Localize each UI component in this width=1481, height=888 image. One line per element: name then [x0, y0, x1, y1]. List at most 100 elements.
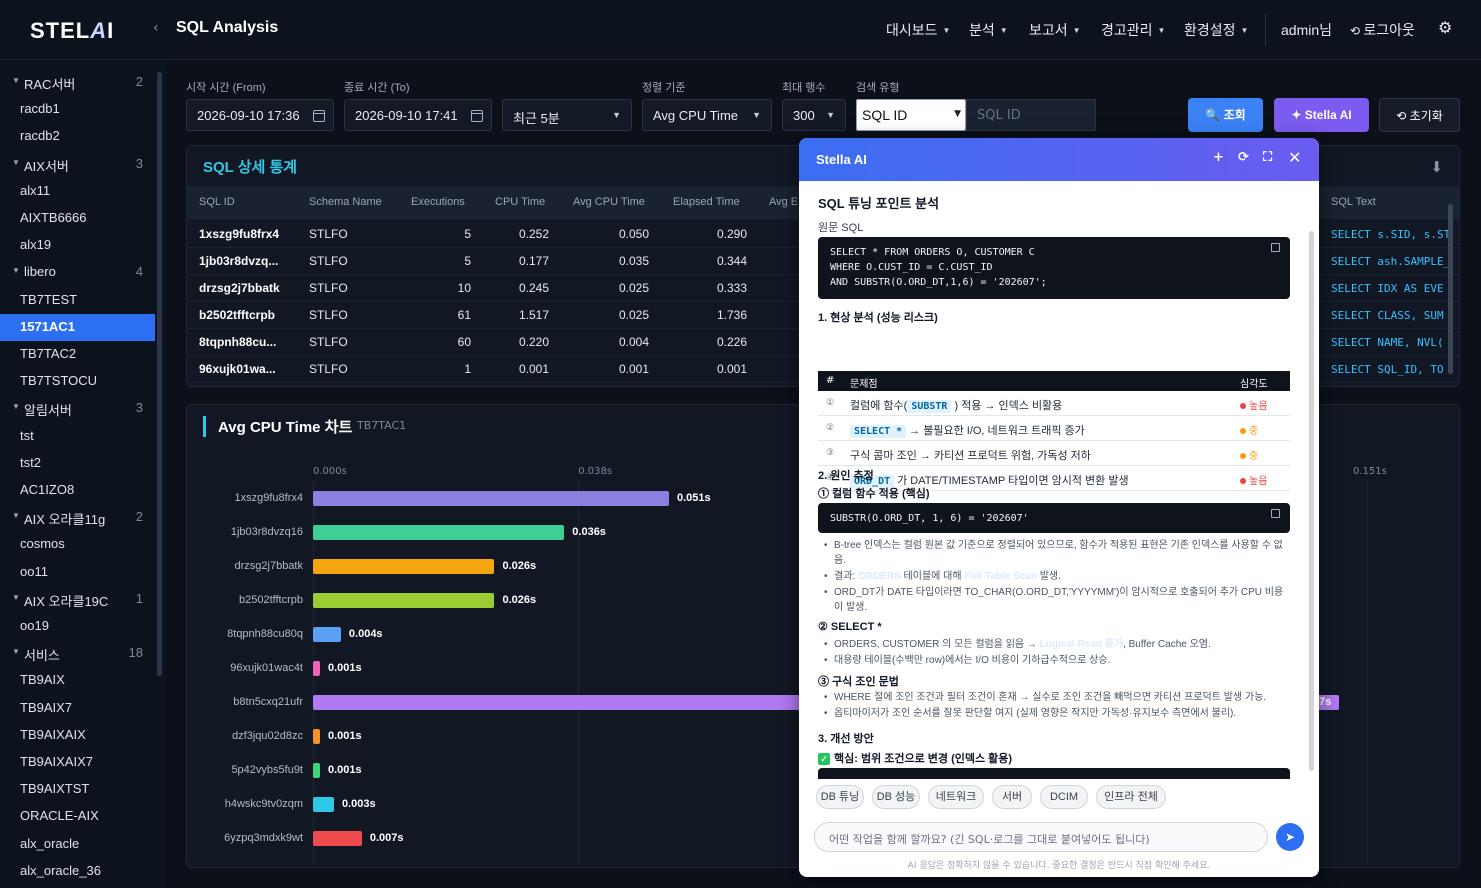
sidebar-item[interactable]: tst	[0, 423, 155, 450]
quick-topic-chip[interactable]: 인프라 전체	[1096, 785, 1166, 809]
column-header[interactable]: Elapsed Time	[673, 196, 740, 208]
bullet-text: ORDERS, CUSTOMER 의 모든 컬럼을 읽음 → Logical R…	[824, 637, 1289, 652]
logout-button[interactable]: ⟲ 로그아웃	[1350, 20, 1415, 40]
column-header[interactable]: Avg CPU Time	[573, 196, 645, 208]
sidebar-group[interactable]: ▼ libero 4	[0, 259, 155, 286]
back-icon[interactable]: ‹	[153, 20, 159, 36]
sort-select[interactable]: Avg CPU Time ▼	[642, 99, 772, 131]
bar-label: 1xszg9fu8frx4	[234, 492, 303, 504]
bar[interactable]	[313, 661, 320, 676]
sidebar-item[interactable]: alx_oracle_36	[0, 858, 155, 885]
calendar-icon[interactable]	[313, 110, 325, 122]
quick-topic-chip[interactable]: DB 성능	[872, 785, 920, 809]
sidebar-item[interactable]: alx_oracle	[0, 831, 155, 858]
column-header[interactable]: SQL Text	[1331, 196, 1376, 208]
expand-icon[interactable]: ⛶	[1263, 150, 1272, 165]
nav-dashboard[interactable]: 대시보드 ▼	[886, 20, 950, 40]
sidebar-group[interactable]: ▼ AIX 오라클19C 1	[0, 586, 155, 613]
sidebar-item[interactable]: TB7TAC2	[0, 341, 155, 368]
sidebar-group-label: 알림서버	[24, 403, 72, 419]
from-input[interactable]: 2026-09-10 17:36	[186, 99, 334, 131]
sidebar-item[interactable]: TB9AIXAIX	[0, 722, 155, 749]
chat-input[interactable]: 어떤 작업을 함께 할까요? (긴 SQL·로그를 그대로 붙여넣어도 됩니다)	[814, 822, 1268, 852]
quick-topic-chip[interactable]: DB 튜닝	[816, 785, 864, 809]
sidebar-item[interactable]: AC1IZO8	[0, 477, 155, 504]
copy-icon[interactable]	[1271, 509, 1280, 518]
quick-topic-chip[interactable]: DCIM	[1040, 785, 1088, 809]
refresh-icon[interactable]: ⟳	[1238, 150, 1249, 165]
range-select[interactable]: 최근 5분 ▼	[502, 99, 632, 131]
search-type-select[interactable]: SQL ID ▼	[856, 99, 966, 131]
sidebar-group[interactable]: ▼ AIX서버 3	[0, 151, 155, 178]
column-header[interactable]: Avg E	[769, 196, 798, 208]
sidebar-item[interactable]: tst2	[0, 450, 155, 477]
bar[interactable]	[313, 627, 341, 642]
stella-scrollbar[interactable]	[1309, 231, 1314, 771]
sidebar-item[interactable]: oo11	[0, 559, 155, 586]
column-header[interactable]: Schema Name	[309, 196, 382, 208]
nav-report[interactable]: 보고서 ▼	[1029, 20, 1081, 40]
sidebar-item[interactable]: racdb1	[0, 96, 155, 123]
sidebar-item[interactable]: ORACLE-AIX	[0, 803, 155, 830]
table-scrollbar[interactable]	[1448, 204, 1453, 374]
search-input[interactable]: SQL ID	[966, 99, 1096, 131]
stella-ai-button[interactable]: ✦ Stella AI	[1274, 98, 1369, 132]
severity-badge: 중	[1240, 447, 1258, 462]
search-button[interactable]: 🔍 조회	[1188, 98, 1263, 132]
sidebar-group-label: RAC서버	[24, 77, 76, 92]
sidebar-group[interactable]: ▼ 서비스 18	[0, 640, 155, 667]
sidebar-item[interactable]: alx19	[0, 232, 155, 259]
bar[interactable]	[313, 797, 334, 812]
sidebar-scrollbar[interactable]	[157, 72, 162, 676]
nav-analysis[interactable]: 분석 ▼	[969, 20, 1008, 40]
quick-topic-chip[interactable]: 네트워크	[928, 785, 984, 809]
sidebar-item[interactable]: alx11	[0, 178, 155, 205]
close-icon[interactable]: ✕	[1288, 148, 1301, 167]
grid-line	[1367, 480, 1368, 865]
bar[interactable]	[313, 831, 362, 846]
bar[interactable]	[313, 593, 495, 608]
plus-icon[interactable]: +	[1213, 150, 1224, 165]
sidebar-item[interactable]: racdb2	[0, 123, 155, 150]
table-cell: 0.344	[716, 254, 747, 268]
bar-label: b8tn5cxq21ufr	[233, 696, 303, 708]
sidebar-item[interactable]: cosmos	[0, 531, 155, 558]
bar[interactable]	[313, 763, 320, 778]
download-icon[interactable]: ⬇	[1430, 158, 1443, 176]
nav-settings[interactable]: 환경설정 ▼	[1184, 20, 1248, 40]
column-header[interactable]: SQL ID	[199, 196, 235, 208]
sidebar-group[interactable]: ▼ AIX 오라클11g 2	[0, 504, 155, 531]
nav-alert[interactable]: 경고관리 ▼	[1101, 20, 1165, 40]
sidebar-item-label: TB9AIXAIX	[20, 726, 86, 742]
copy-icon[interactable]	[1271, 243, 1280, 252]
max-rows-select[interactable]: 300 ▼	[782, 99, 846, 131]
sidebar-item[interactable]: oo19	[0, 613, 155, 640]
quick-topic-chip[interactable]: 서버	[992, 785, 1032, 809]
reset-button[interactable]: ⟲ 초기화	[1379, 98, 1460, 132]
sidebar-item[interactable]: 1571AC1	[0, 313, 155, 341]
column-header[interactable]: CPU Time	[495, 196, 545, 208]
calendar-icon[interactable]	[471, 110, 483, 122]
bar[interactable]	[313, 525, 565, 540]
bar[interactable]	[313, 729, 320, 744]
bar[interactable]	[313, 491, 669, 506]
gear-icon[interactable]: ⚙	[1438, 18, 1452, 38]
sidebar-group-count: 2	[135, 509, 143, 525]
sidebar-group[interactable]: ▼ 알림서버 3	[0, 395, 155, 422]
sidebar-item[interactable]: TB7TEST	[0, 287, 155, 314]
to-input[interactable]: 2026-09-10 17:41	[344, 99, 492, 131]
sidebar-group[interactable]: ▼ RAC서버 2	[0, 69, 155, 96]
sidebar-item[interactable]: TB9AIXTST	[0, 776, 155, 803]
table-cell: 1jb03r8dvzq...	[199, 254, 279, 268]
sidebar-item[interactable]: AIXTB6666	[0, 205, 155, 232]
bullet-text: B-tree 인덱스는 컬럼 원본 값 기준으로 정렬되어 있으므로, 함수가 …	[824, 538, 1289, 568]
page-title: SQL Analysis	[176, 19, 279, 36]
sidebar-item[interactable]: TB9AIXAIX7	[0, 749, 155, 776]
sidebar-item[interactable]: TB9AIX7	[0, 695, 155, 722]
sidebar-item[interactable]: TB7TSTOCU	[0, 368, 155, 395]
column-header[interactable]: Executions	[411, 196, 465, 208]
send-button[interactable]: ➤	[1276, 823, 1304, 851]
logo[interactable]: STELAI	[30, 18, 114, 44]
sidebar-item[interactable]: TB9AIX	[0, 667, 155, 694]
bar[interactable]	[313, 559, 495, 574]
